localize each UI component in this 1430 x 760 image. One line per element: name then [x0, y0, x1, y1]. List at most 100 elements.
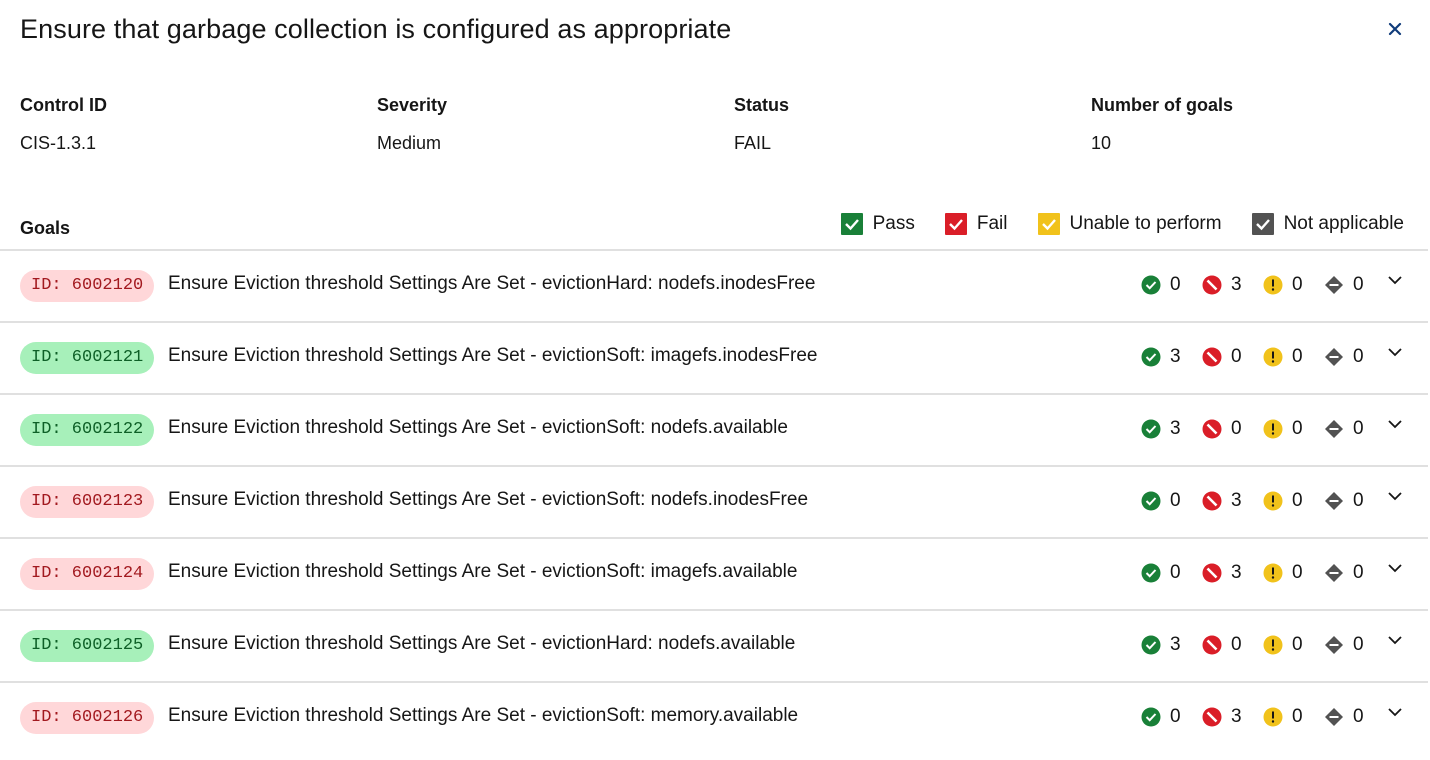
goal-row[interactable]: ID: 6002120 Ensure Eviction threshold Se… — [0, 251, 1428, 323]
legend-na-label: Not applicable — [1283, 213, 1404, 234]
pass-circle-icon — [1141, 563, 1161, 583]
severity-value: Medium — [377, 133, 442, 153]
goal-title: Ensure Eviction threshold Settings Are S… — [168, 561, 798, 582]
fail-count-value: 0 — [1231, 634, 1242, 655]
unable-count-value: 0 — [1292, 562, 1303, 583]
fail-circle-icon — [1202, 563, 1222, 583]
na-count: 0 — [1324, 346, 1385, 368]
na-count: 0 — [1324, 418, 1385, 440]
pass-count: 3 — [1141, 634, 1202, 656]
fail-count-value: 0 — [1231, 418, 1242, 439]
unable-count-value: 0 — [1292, 274, 1303, 295]
na-diamond-icon — [1325, 348, 1343, 366]
legend-pass: Pass — [840, 213, 915, 235]
fail-count-value: 3 — [1231, 562, 1242, 583]
legend-fail-label: Fail — [976, 213, 1008, 234]
goal-title: Ensure Eviction threshold Settings Are S… — [168, 417, 788, 438]
fail-count-value: 3 — [1231, 706, 1242, 727]
goals-count-field: Number of goals 10 — [1091, 94, 1233, 154]
pass-circle-icon — [1141, 419, 1161, 439]
warning-circle-icon — [1263, 419, 1283, 439]
na-count-value: 0 — [1353, 634, 1364, 655]
pass-circle-icon — [1141, 491, 1161, 511]
chevron-down-icon[interactable] — [1384, 269, 1406, 291]
unable-count: 0 — [1263, 634, 1324, 656]
pass-count: 3 — [1141, 346, 1202, 368]
na-count: 0 — [1324, 634, 1385, 656]
na-count-value: 0 — [1353, 346, 1364, 367]
fail-count: 0 — [1202, 346, 1263, 368]
goal-title: Ensure Eviction threshold Settings Are S… — [168, 489, 809, 510]
fail-count: 3 — [1202, 490, 1263, 512]
unable-count: 0 — [1263, 346, 1324, 368]
chevron-down-icon[interactable] — [1384, 485, 1406, 507]
pass-count-value: 3 — [1170, 634, 1181, 655]
chevron-down-icon[interactable] — [1384, 557, 1406, 579]
chevron-down-icon[interactable] — [1384, 413, 1406, 435]
fail-count: 3 — [1202, 274, 1263, 296]
warning-circle-icon — [1263, 707, 1283, 727]
fail-count-value: 0 — [1231, 346, 1242, 367]
fail-count: 3 — [1202, 706, 1263, 728]
chevron-down-icon[interactable] — [1384, 701, 1406, 723]
pass-count: 0 — [1141, 490, 1202, 512]
goal-id-badge: ID: 6002126 — [20, 702, 155, 734]
control-id-field: Control ID CIS-1.3.1 — [20, 94, 107, 154]
legend-unable-label: Unable to perform — [1069, 213, 1222, 234]
chevron-down-icon[interactable] — [1384, 629, 1406, 651]
close-button[interactable] — [1382, 16, 1408, 42]
pass-circle-icon — [1141, 347, 1161, 367]
na-diamond-icon — [1325, 420, 1343, 438]
severity-field: Severity Medium — [377, 94, 447, 154]
unable-count-value: 0 — [1292, 418, 1303, 439]
close-icon — [1388, 22, 1402, 36]
goal-id-badge: ID: 6002124 — [20, 558, 155, 590]
goal-row[interactable]: ID: 6002121 Ensure Eviction threshold Se… — [0, 323, 1428, 395]
na-count: 0 — [1324, 562, 1385, 584]
fail-circle-icon — [1202, 707, 1222, 727]
unable-count-value: 0 — [1292, 634, 1303, 655]
goal-counts: 3 0 0 0 — [1141, 634, 1385, 656]
na-count-value: 0 — [1353, 706, 1364, 727]
pass-circle-icon — [1141, 275, 1161, 295]
fail-count-value: 3 — [1231, 274, 1242, 295]
na-diamond-icon — [1325, 564, 1343, 582]
pass-count: 0 — [1141, 706, 1202, 728]
goal-counts: 3 0 0 0 — [1141, 346, 1385, 368]
legend-na: Not applicable — [1251, 213, 1404, 235]
pass-count: 0 — [1141, 274, 1202, 296]
pass-count-value: 0 — [1170, 706, 1181, 727]
severity-label: Severity — [377, 95, 448, 115]
goal-counts: 0 3 0 0 — [1141, 490, 1385, 512]
goal-row[interactable]: ID: 6002126 Ensure Eviction threshold Se… — [0, 683, 1428, 753]
goal-row[interactable]: ID: 6002124 Ensure Eviction threshold Se… — [0, 539, 1428, 611]
control-id-label: Control ID — [20, 95, 107, 115]
na-count: 0 — [1324, 274, 1385, 296]
legend: Pass Fail Unable to perform Not applicab… — [811, 213, 1404, 235]
goals-count-value: 10 — [1091, 133, 1112, 153]
goal-title: Ensure Eviction threshold Settings Are S… — [168, 273, 816, 294]
goals-list: ID: 6002120 Ensure Eviction threshold Se… — [0, 251, 1428, 753]
legend-fail: Fail — [944, 213, 1008, 235]
pass-checkbox-icon — [840, 213, 863, 235]
fail-count: 3 — [1202, 562, 1263, 584]
unable-count: 0 — [1263, 562, 1324, 584]
legend-unable: Unable to perform — [1037, 213, 1222, 235]
pass-circle-icon — [1141, 635, 1161, 655]
goal-counts: 0 3 0 0 — [1141, 706, 1385, 728]
goal-row[interactable]: ID: 6002122 Ensure Eviction threshold Se… — [0, 395, 1428, 467]
chevron-down-icon[interactable] — [1384, 341, 1406, 363]
goal-row[interactable]: ID: 6002123 Ensure Eviction threshold Se… — [0, 467, 1428, 539]
goals-count-label: Number of goals — [1091, 95, 1234, 115]
pass-count-value: 3 — [1170, 418, 1181, 439]
na-count-value: 0 — [1353, 418, 1364, 439]
goal-id-badge: ID: 6002125 — [20, 630, 155, 662]
unable-count-value: 0 — [1292, 706, 1303, 727]
fail-circle-icon — [1202, 347, 1222, 367]
goal-counts: 0 3 0 0 — [1141, 274, 1385, 296]
goal-row[interactable]: ID: 6002125 Ensure Eviction threshold Se… — [0, 611, 1428, 683]
legend-pass-label: Pass — [872, 213, 915, 234]
pass-circle-icon — [1141, 707, 1161, 727]
goal-id-badge: ID: 6002123 — [20, 486, 155, 518]
fail-circle-icon — [1202, 491, 1222, 511]
